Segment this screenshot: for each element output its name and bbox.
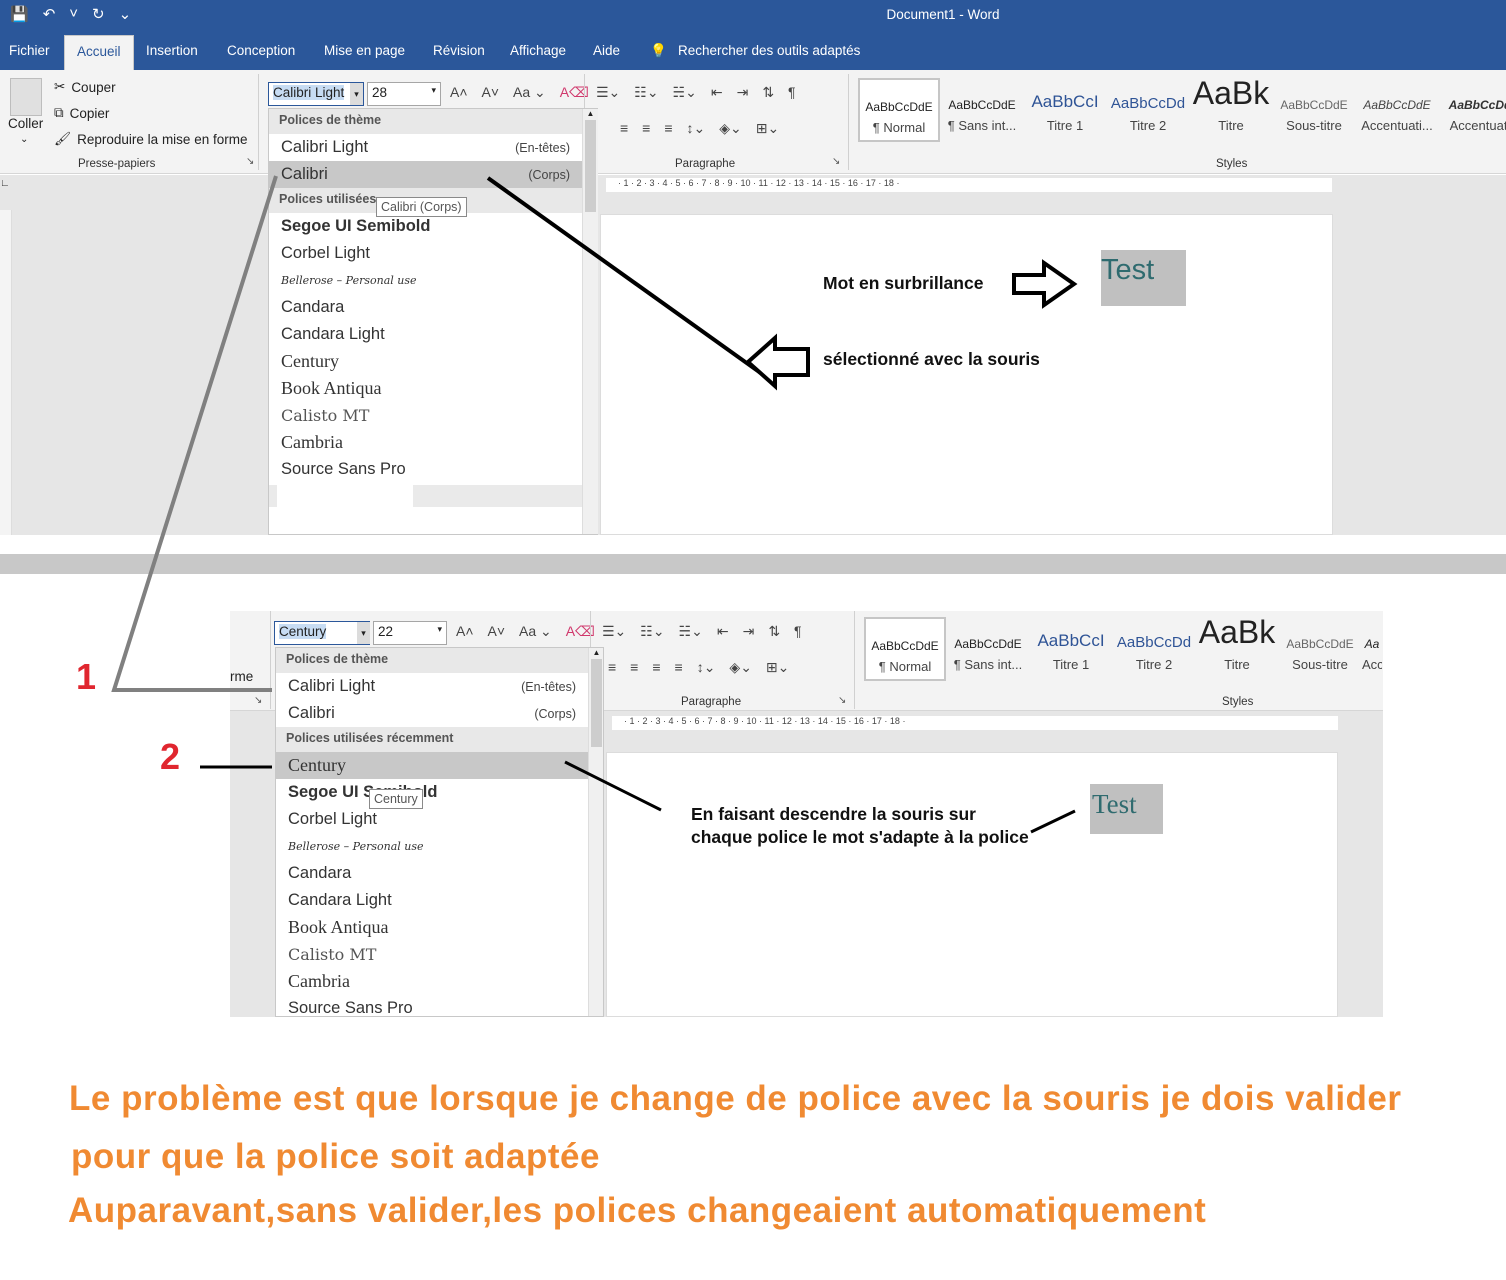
arrow-left-icon: [744, 333, 810, 391]
pointer-line-top: [486, 176, 778, 386]
pointer-line-century: [564, 760, 662, 812]
problem-note-line-3: Auparavant,sans valider,les polices chan…: [68, 1191, 1207, 1230]
problem-note-line-2: pour que la police soit adaptée: [71, 1137, 600, 1176]
problem-note-line-1: Le problème est que lorsque je change de…: [69, 1079, 1402, 1118]
pointer-line-word: [1030, 809, 1076, 834]
arrow-right-icon: [1012, 259, 1078, 309]
gray-connector-line: [111, 175, 278, 692]
